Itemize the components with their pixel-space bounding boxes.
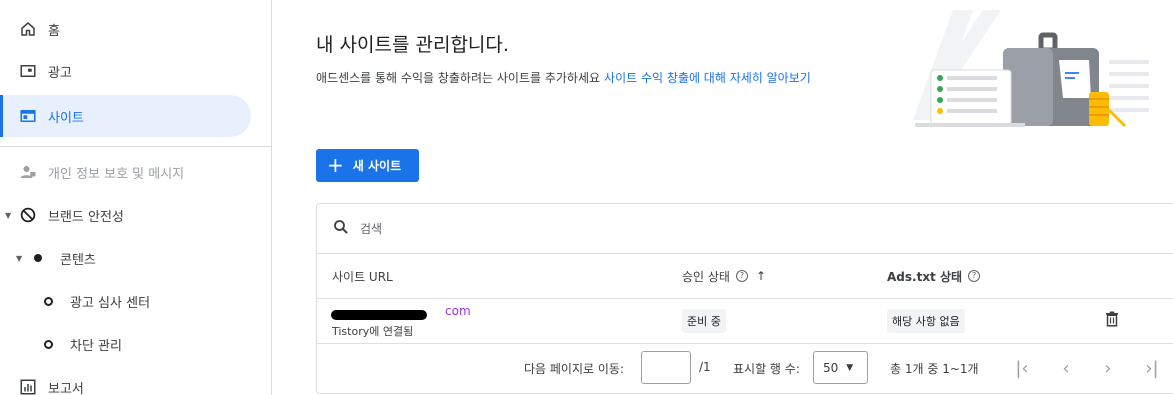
- sidebar-item-label: 브랜드 안전성: [48, 209, 124, 225]
- sort-arrow-up-icon[interactable]: ↑: [756, 269, 766, 283]
- help-icon[interactable]: ?: [968, 270, 981, 282]
- dropdown-arrow-icon: ▼: [846, 362, 854, 373]
- sidebar-item-brand-safety[interactable]: 브랜드 안전성: [18, 194, 124, 236]
- ring-icon: [38, 334, 58, 354]
- column-header-site-url[interactable]: 사이트 URL: [332, 254, 393, 298]
- sidebar-divider: [0, 146, 272, 147]
- search-icon[interactable]: [332, 218, 350, 240]
- plus-icon: +: [327, 152, 344, 177]
- new-site-button[interactable]: + 새 사이트: [316, 149, 419, 182]
- sites-icon: [18, 106, 38, 126]
- sidebar-item-label: 콘텐츠: [60, 252, 96, 268]
- connection-status: Tistory에 연결됨: [332, 325, 414, 338]
- page-total: /1: [699, 360, 711, 374]
- approval-status-badge: 준비 중: [682, 309, 726, 333]
- search-bar: [317, 204, 1173, 254]
- sidebar: 홈 광고 사이트 개인 정보 보호 및 메시지 ▼ 브랜드 안전성 ▼ 콘텐츠 …: [0, 0, 272, 395]
- home-icon: [18, 19, 38, 39]
- search-input[interactable]: [360, 221, 660, 236]
- new-site-button-label: 새 사이트: [352, 159, 402, 173]
- subtitle-text: 애드센스를 통해 수익을 창출하려는 사이트를 추가하세요: [316, 71, 601, 85]
- sidebar-item-home[interactable]: 홈: [18, 8, 60, 50]
- block-icon: [18, 205, 38, 225]
- page-subtitle: 애드센스를 통해 수익을 창출하려는 사이트를 추가하세요 사이트 수익 창출에 …: [316, 69, 811, 86]
- rows-per-page-label: 표시할 행 수:: [733, 362, 800, 376]
- column-header-ads-txt-status[interactable]: Ads.txt 상태 ?: [887, 254, 981, 298]
- delete-icon[interactable]: [1103, 310, 1121, 332]
- person-privacy-icon: [18, 162, 38, 182]
- header-divider: [317, 298, 1173, 299]
- sidebar-item-privacy[interactable]: 개인 정보 보호 및 메시지: [18, 151, 184, 193]
- main-content: 내 사이트를 관리합니다. 애드센스를 통해 수익을 창출하려는 사이트를 추가…: [273, 0, 1173, 395]
- sidebar-item-label: 보고서: [48, 381, 84, 395]
- pagination-bar: 다음 페이지로 이동: /1 표시할 행 수: 50 ▼ 총 1개 중 1~1개…: [317, 344, 1173, 394]
- caret-down-icon[interactable]: ▼: [5, 211, 11, 220]
- dot-icon: [28, 248, 48, 268]
- sidebar-item-blocking-controls[interactable]: 차단 관리: [38, 323, 122, 365]
- sites-table-card: 사이트 URL 승인 상태 ? ↑ Ads.txt 상태 ? com Tisto…: [316, 203, 1173, 394]
- briefcase-illustration: [913, 10, 1149, 128]
- sidebar-item-reports[interactable]: 보고서: [18, 366, 84, 395]
- rows-per-page-value: 50: [823, 360, 839, 375]
- sidebar-item-label: 개인 정보 보호 및 메시지: [48, 166, 185, 182]
- ads-txt-status-badge: 해당 사항 없음: [887, 309, 965, 333]
- goto-page-label: 다음 페이지로 이동:: [524, 362, 624, 376]
- sidebar-item-label: 차단 관리: [70, 338, 122, 354]
- previous-page-icon[interactable]: ‹: [1054, 356, 1078, 380]
- column-header-approval-status[interactable]: 승인 상태 ? ↑: [682, 254, 766, 298]
- column-header-label: 사이트 URL: [332, 269, 393, 284]
- page-title: 내 사이트를 관리합니다.: [316, 34, 509, 56]
- next-page-icon[interactable]: ›: [1096, 356, 1120, 380]
- site-url-link[interactable]: com: [445, 304, 471, 318]
- first-page-icon[interactable]: |‹: [1010, 356, 1034, 380]
- sidebar-item-label: 사이트: [48, 110, 84, 126]
- page-range-summary: 총 1개 중 1~1개: [890, 362, 979, 376]
- sidebar-item-label: 홈: [48, 23, 60, 39]
- sidebar-item-label: 광고 심사 센터: [70, 295, 151, 311]
- sidebar-item-ads[interactable]: 광고: [18, 50, 72, 92]
- column-header-label: Ads.txt 상태: [887, 269, 963, 284]
- last-page-icon[interactable]: ›|: [1140, 356, 1164, 380]
- redacted-url: [331, 310, 427, 320]
- column-header-label: 승인 상태: [682, 269, 730, 284]
- ring-icon: [38, 291, 58, 311]
- goto-page-input[interactable]: [641, 351, 691, 384]
- sidebar-item-label: 광고: [48, 65, 72, 81]
- sidebar-item-sites[interactable]: 사이트: [0, 95, 251, 137]
- sidebar-item-ad-review-center[interactable]: 광고 심사 센터: [38, 280, 150, 322]
- learn-more-link[interactable]: 사이트 수익 창출에 대해 자세히 알아보기: [604, 71, 811, 85]
- caret-down-icon[interactable]: ▼: [16, 254, 22, 263]
- help-icon[interactable]: ?: [735, 270, 748, 282]
- bar-chart-icon: [18, 377, 38, 395]
- rows-per-page-select[interactable]: 50 ▼: [813, 351, 868, 384]
- sidebar-item-content[interactable]: 콘텐츠: [28, 237, 96, 279]
- ads-icon: [18, 61, 38, 81]
